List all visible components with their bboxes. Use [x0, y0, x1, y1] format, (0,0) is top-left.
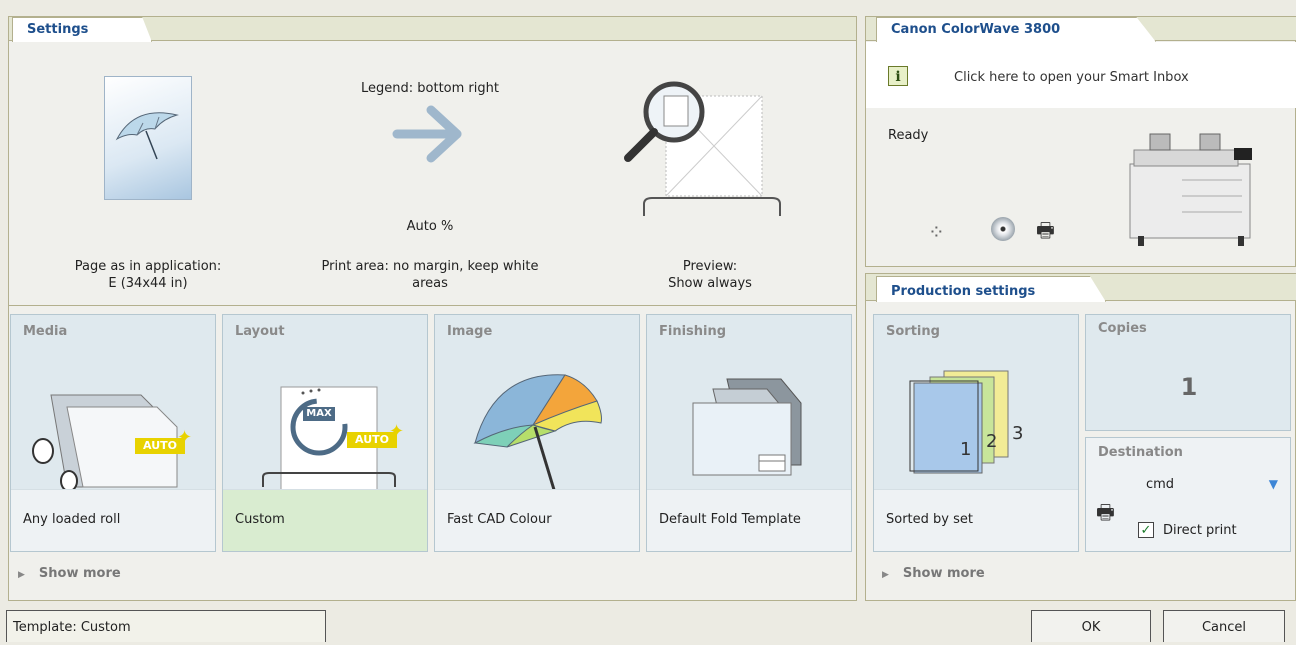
- print-area-line2: areas: [412, 276, 448, 291]
- sort-page-1: 1: [960, 439, 972, 460]
- sort-page-3: 3: [1012, 423, 1024, 444]
- expand-triangle-icon: ▶: [882, 570, 889, 580]
- finishing-card-value: Default Fold Template: [647, 489, 851, 551]
- template-field[interactable]: Template: Custom: [6, 610, 326, 642]
- layout-card-value: Custom: [223, 489, 427, 551]
- layout-max-badge: MAX: [303, 407, 335, 421]
- destination-card[interactable]: Destination cmd ▼ 🖶 ✓ Direct print: [1085, 437, 1291, 552]
- media-card-value: Any loaded roll: [11, 489, 215, 551]
- sorting-card[interactable]: Sorting 1 2 3 Sorted by set: [873, 314, 1079, 552]
- settings-divider: [9, 305, 856, 306]
- preview-magnifier-icon[interactable]: [616, 72, 786, 222]
- settings-show-more-label: Show more: [38, 566, 121, 581]
- ok-button[interactable]: OK: [1031, 610, 1151, 642]
- sorting-card-value: Sorted by set: [874, 489, 1078, 551]
- printer-queue-icon: 🖶: [1096, 500, 1115, 524]
- tab-production-label: Production settings: [891, 284, 1036, 299]
- page-caption-line2: E (34x44 in): [108, 276, 188, 291]
- media-roll-icon: [32, 394, 178, 492]
- cancel-button[interactable]: Cancel: [1163, 610, 1285, 642]
- smart-inbox-link[interactable]: Click here to open your Smart Inbox: [954, 70, 1189, 85]
- media-card[interactable]: Media AUTO ✦ Any loaded roll: [10, 314, 216, 552]
- image-card[interactable]: Image Fast CAD Colour: [434, 314, 640, 552]
- page-caption-line1: Page as in application:: [74, 259, 222, 274]
- network-icon[interactable]: ⁘: [928, 220, 945, 244]
- printer-device-image: [1129, 133, 1252, 246]
- arrow-right-icon: [392, 105, 462, 163]
- legend-label: Legend: bottom right: [361, 81, 499, 96]
- preview-caption-line2: Show always: [668, 276, 752, 291]
- umbrella-icon: [115, 112, 179, 160]
- print-area-line1: Print area: no margin, keep white: [321, 259, 539, 274]
- preview-caption[interactable]: Preview: Show always: [620, 258, 800, 292]
- destination-value: cmd: [1146, 477, 1175, 492]
- chevron-down-icon: ▼: [1268, 477, 1278, 491]
- sort-page-2: 2: [986, 431, 998, 452]
- layout-card[interactable]: Layout MAX AUTO ✦ Custom: [222, 314, 428, 552]
- printer-status: Ready: [888, 128, 929, 143]
- page-thumbnail[interactable]: [104, 76, 192, 200]
- printer-small-icon[interactable]: 🖶: [1036, 216, 1055, 250]
- expand-triangle-icon: ▶: [18, 570, 25, 580]
- copies-card-title: Copies: [1098, 321, 1147, 336]
- tab-settings[interactable]: Settings: [12, 17, 152, 42]
- colour-umbrella-icon: [473, 374, 602, 494]
- auto-sparkle-icon: ✦: [177, 427, 193, 448]
- preview-caption-line1: Preview:: [682, 259, 738, 274]
- copies-value[interactable]: 1: [1086, 373, 1292, 401]
- destination-card-title: Destination: [1098, 445, 1183, 460]
- direct-print-label[interactable]: Direct print: [1163, 523, 1237, 538]
- finishing-card[interactable]: Finishing Default Fold Template: [646, 314, 852, 552]
- copies-card[interactable]: Copies 1: [1085, 314, 1291, 431]
- production-show-more-label: Show more: [902, 566, 985, 581]
- settings-show-more[interactable]: ▶ Show more: [18, 566, 121, 581]
- fold-template-icon: [692, 378, 802, 476]
- auto-sparkle-icon: ✦: [389, 421, 405, 442]
- sorting-pages-icon: [909, 370, 1009, 474]
- production-show-more[interactable]: ▶ Show more: [882, 566, 985, 581]
- disc-icon[interactable]: [991, 217, 1015, 241]
- tab-printer[interactable]: Canon ColorWave 3800: [876, 17, 1156, 42]
- auto-percent-label: Auto %: [406, 219, 454, 234]
- destination-select[interactable]: cmd ▼: [1134, 476, 1284, 496]
- tab-printer-label: Canon ColorWave 3800: [891, 22, 1061, 37]
- image-card-value: Fast CAD Colour: [435, 489, 639, 551]
- tab-settings-label: Settings: [27, 22, 89, 37]
- direct-print-checkbox[interactable]: ✓: [1138, 522, 1154, 538]
- tab-production-settings[interactable]: Production settings: [876, 276, 1106, 302]
- info-icon: i: [888, 66, 908, 86]
- page-caption: Page as in application: E (34x44 in): [40, 258, 256, 292]
- print-area-caption[interactable]: Print area: no margin, keep white areas: [300, 258, 560, 292]
